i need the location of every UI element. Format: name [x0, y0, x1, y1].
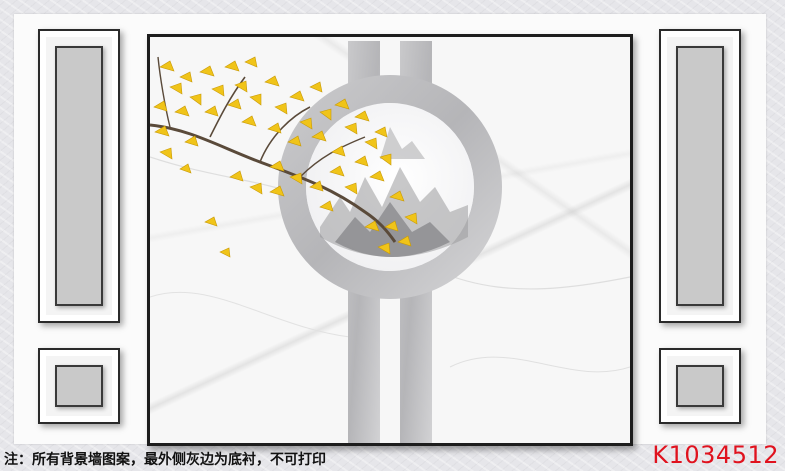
left-small-panel-inset [55, 365, 103, 407]
right-tall-panel [659, 29, 741, 323]
left-tall-panel-inset [55, 46, 103, 306]
product-code: K1034512 [652, 441, 779, 469]
printing-note: 注：所有背景墙图案，最外侧灰边为底衬，不可打印 [4, 452, 326, 468]
left-tall-panel [38, 29, 120, 323]
right-small-panel-inset [676, 365, 724, 407]
center-artwork [150, 41, 630, 443]
center-artwork-panel [147, 34, 633, 446]
right-small-panel [659, 348, 741, 424]
left-small-panel [38, 348, 120, 424]
right-tall-panel-inset [676, 46, 724, 306]
